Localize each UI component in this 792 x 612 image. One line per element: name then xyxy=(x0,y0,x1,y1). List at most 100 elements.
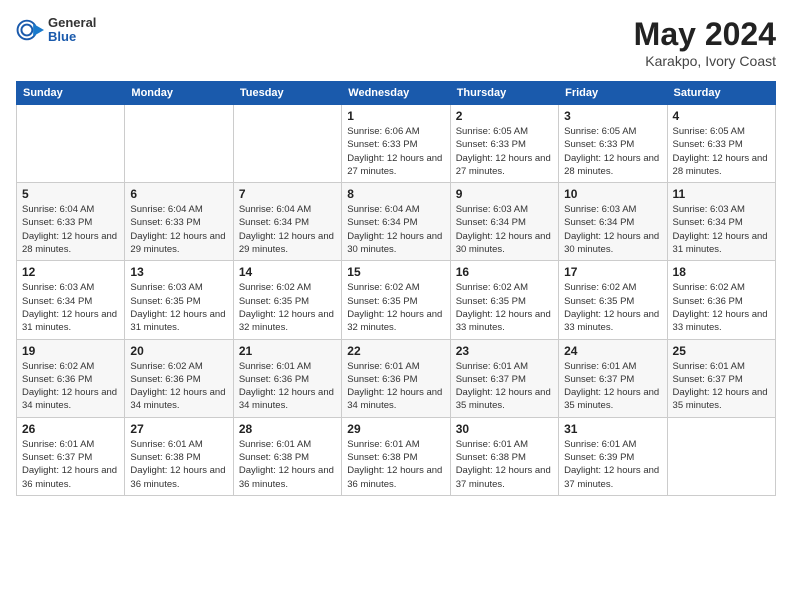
weekday-header: Tuesday xyxy=(233,82,341,105)
weekday-header: Saturday xyxy=(667,82,775,105)
day-number: 21 xyxy=(239,344,336,358)
day-number: 8 xyxy=(347,187,444,201)
calendar-table: SundayMondayTuesdayWednesdayThursdayFrid… xyxy=(16,81,776,496)
calendar-week-row: 19 Sunrise: 6:02 AMSunset: 6:36 PMDayligh… xyxy=(17,339,776,417)
day-number: 16 xyxy=(456,265,553,279)
day-number: 24 xyxy=(564,344,661,358)
day-info: Sunrise: 6:01 AMSunset: 6:37 PMDaylight:… xyxy=(456,360,553,413)
page-header: General Blue May 2024 Karakpo, Ivory Coa… xyxy=(16,16,776,69)
day-info: Sunrise: 6:01 AMSunset: 6:36 PMDaylight:… xyxy=(347,360,444,413)
day-number: 29 xyxy=(347,422,444,436)
calendar-day-cell: 30Sunrise: 6:01 AMSunset: 6:38 PMDayligh… xyxy=(450,417,558,495)
day-info: Sunrise: 6:05 AMSunset: 6:33 PMDaylight:… xyxy=(673,125,770,178)
calendar-day-cell: 15Sunrise: 6:02 AMSunset: 6:35 PMDayligh… xyxy=(342,261,450,339)
day-number: 17 xyxy=(564,265,661,279)
calendar-day-cell: 3Sunrise: 6:05 AMSunset: 6:33 PMDaylight… xyxy=(559,105,667,183)
day-number: 6 xyxy=(130,187,227,201)
calendar-day-cell: 11 Sunrise: 6:03 AMSunset: 6:34 PMDayligh… xyxy=(667,183,775,261)
day-info: Sunrise: 6:01 AMSunset: 6:37 PMDaylight:… xyxy=(22,438,119,491)
day-number: 23 xyxy=(456,344,553,358)
day-info: Sunrise: 6:02 AMSunset: 6:35 PMDaylight:… xyxy=(456,281,553,334)
calendar-day-cell: 28 Sunrise: 6:01 AMSunset: 6:38 PMDayligh… xyxy=(233,417,341,495)
calendar-day-cell: 10 Sunrise: 6:03 AMSunset: 6:34 PMDayligh… xyxy=(559,183,667,261)
weekday-header: Monday xyxy=(125,82,233,105)
day-info: Sunrise: 6:04 AMSunset: 6:33 PMDaylight:… xyxy=(22,203,119,256)
logo-blue: Blue xyxy=(48,30,96,44)
day-info: Sunrise: 6:01 AMSunset: 6:38 PMDaylight:… xyxy=(239,438,336,491)
day-number: 31 xyxy=(564,422,661,436)
calendar-day-cell: 26 Sunrise: 6:01 AMSunset: 6:37 PMDayligh… xyxy=(17,417,125,495)
calendar-day-cell: 5 Sunrise: 6:04 AMSunset: 6:33 PMDaylight… xyxy=(17,183,125,261)
calendar-day-cell: 7 Sunrise: 6:04 AMSunset: 6:34 PMDaylight… xyxy=(233,183,341,261)
calendar-day-cell: 2 Sunrise: 6:05 AMSunset: 6:33 PMDaylight… xyxy=(450,105,558,183)
calendar-day-cell: 18Sunrise: 6:02 AMSunset: 6:36 PMDayligh… xyxy=(667,261,775,339)
day-info: Sunrise: 6:01 AMSunset: 6:37 PMDaylight:… xyxy=(673,360,770,413)
day-number: 14 xyxy=(239,265,336,279)
calendar-day-cell: 14 Sunrise: 6:02 AMSunset: 6:35 PMDayligh… xyxy=(233,261,341,339)
day-number: 10 xyxy=(564,187,661,201)
calendar-day-cell: 27 Sunrise: 6:01 AMSunset: 6:38 PMDayligh… xyxy=(125,417,233,495)
calendar-day-cell: 8Sunrise: 6:04 AMSunset: 6:34 PMDaylight… xyxy=(342,183,450,261)
day-number: 19 xyxy=(22,344,119,358)
day-info: Sunrise: 6:03 AMSunset: 6:34 PMDaylight:… xyxy=(456,203,553,256)
day-number: 27 xyxy=(130,422,227,436)
calendar-day-cell: 12 Sunrise: 6:03 AMSunset: 6:34 PMDayligh… xyxy=(17,261,125,339)
calendar-day-cell: 21 Sunrise: 6:01 AMSunset: 6:36 PMDayligh… xyxy=(233,339,341,417)
day-info: Sunrise: 6:03 AMSunset: 6:34 PMDaylight:… xyxy=(673,203,770,256)
weekday-header: Wednesday xyxy=(342,82,450,105)
day-info: Sunrise: 6:03 AMSunset: 6:34 PMDaylight:… xyxy=(564,203,661,256)
weekday-header: Friday xyxy=(559,82,667,105)
calendar-day-cell xyxy=(233,105,341,183)
calendar-day-cell xyxy=(17,105,125,183)
day-number: 2 xyxy=(456,109,553,123)
calendar-day-cell: 13Sunrise: 6:03 AMSunset: 6:35 PMDayligh… xyxy=(125,261,233,339)
calendar-week-row: 1 Sunrise: 6:06 AMSunset: 6:33 PMDaylight… xyxy=(17,105,776,183)
day-info: Sunrise: 6:04 AMSunset: 6:33 PMDaylight:… xyxy=(130,203,227,256)
day-info: Sunrise: 6:03 AMSunset: 6:34 PMDaylight:… xyxy=(22,281,119,334)
calendar-week-row: 5 Sunrise: 6:04 AMSunset: 6:33 PMDaylight… xyxy=(17,183,776,261)
day-number: 20 xyxy=(130,344,227,358)
calendar-day-cell: 25Sunrise: 6:01 AMSunset: 6:37 PMDayligh… xyxy=(667,339,775,417)
day-number: 11 xyxy=(673,187,770,201)
calendar-day-cell: 24 Sunrise: 6:01 AMSunset: 6:37 PMDayligh… xyxy=(559,339,667,417)
day-info: Sunrise: 6:05 AMSunset: 6:33 PMDaylight:… xyxy=(564,125,661,178)
day-number: 26 xyxy=(22,422,119,436)
calendar-day-cell: 22 Sunrise: 6:01 AMSunset: 6:36 PMDayligh… xyxy=(342,339,450,417)
calendar-day-cell: 23 Sunrise: 6:01 AMSunset: 6:37 PMDayligh… xyxy=(450,339,558,417)
weekday-header: Sunday xyxy=(17,82,125,105)
day-number: 9 xyxy=(456,187,553,201)
day-number: 22 xyxy=(347,344,444,358)
calendar-day-cell xyxy=(125,105,233,183)
logo: General Blue xyxy=(16,16,96,45)
calendar-title: May 2024 xyxy=(634,16,776,53)
day-number: 28 xyxy=(239,422,336,436)
calendar-day-cell: 17Sunrise: 6:02 AMSunset: 6:35 PMDayligh… xyxy=(559,261,667,339)
day-number: 1 xyxy=(347,109,444,123)
day-info: Sunrise: 6:01 AMSunset: 6:38 PMDaylight:… xyxy=(456,438,553,491)
day-info: Sunrise: 6:02 AMSunset: 6:35 PMDaylight:… xyxy=(239,281,336,334)
calendar-week-row: 12 Sunrise: 6:03 AMSunset: 6:34 PMDayligh… xyxy=(17,261,776,339)
logo-icon xyxy=(16,16,44,44)
day-number: 15 xyxy=(347,265,444,279)
day-number: 5 xyxy=(22,187,119,201)
logo-general: General xyxy=(48,16,96,30)
day-info: Sunrise: 6:04 AMSunset: 6:34 PMDaylight:… xyxy=(239,203,336,256)
calendar-day-cell: 19 Sunrise: 6:02 AMSunset: 6:36 PMDayligh… xyxy=(17,339,125,417)
logo-text: General Blue xyxy=(48,16,96,45)
calendar-day-cell: 20Sunrise: 6:02 AMSunset: 6:36 PMDayligh… xyxy=(125,339,233,417)
day-info: Sunrise: 6:01 AMSunset: 6:37 PMDaylight:… xyxy=(564,360,661,413)
calendar-day-cell: 29Sunrise: 6:01 AMSunset: 6:38 PMDayligh… xyxy=(342,417,450,495)
day-info: Sunrise: 6:01 AMSunset: 6:39 PMDaylight:… xyxy=(564,438,661,491)
day-info: Sunrise: 6:01 AMSunset: 6:38 PMDaylight:… xyxy=(130,438,227,491)
day-number: 18 xyxy=(673,265,770,279)
day-info: Sunrise: 6:02 AMSunset: 6:36 PMDaylight:… xyxy=(22,360,119,413)
day-number: 12 xyxy=(22,265,119,279)
day-number: 7 xyxy=(239,187,336,201)
title-block: May 2024 Karakpo, Ivory Coast xyxy=(634,16,776,69)
calendar-day-cell: 4Sunrise: 6:05 AMSunset: 6:33 PMDaylight… xyxy=(667,105,775,183)
day-info: Sunrise: 6:03 AMSunset: 6:35 PMDaylight:… xyxy=(130,281,227,334)
day-info: Sunrise: 6:06 AMSunset: 6:33 PMDaylight:… xyxy=(347,125,444,178)
day-info: Sunrise: 6:01 AMSunset: 6:36 PMDaylight:… xyxy=(239,360,336,413)
calendar-header-row: SundayMondayTuesdayWednesdayThursdayFrid… xyxy=(17,82,776,105)
day-info: Sunrise: 6:05 AMSunset: 6:33 PMDaylight:… xyxy=(456,125,553,178)
